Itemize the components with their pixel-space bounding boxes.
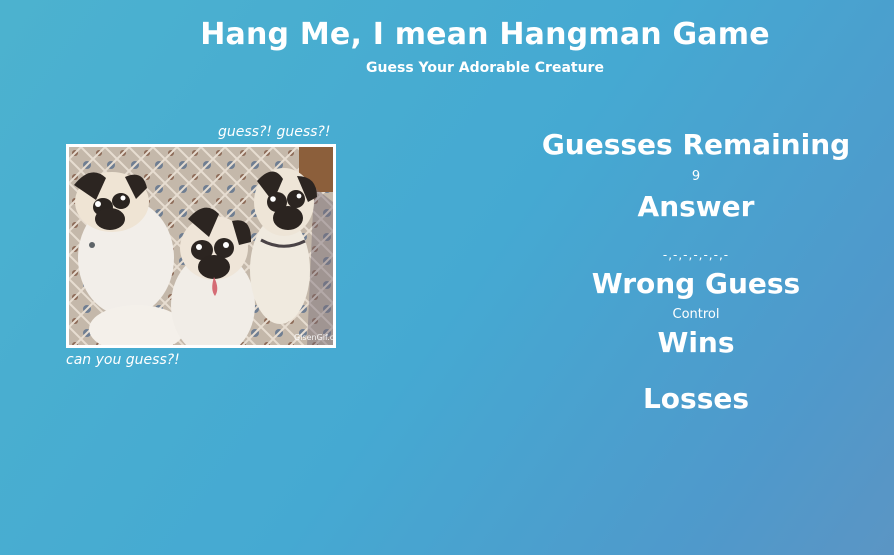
- answer-label: Answer: [637, 190, 755, 223]
- wrong-guess-value: Control: [672, 307, 720, 322]
- answer-value: -,-,-,-,-,-,-: [662, 248, 730, 262]
- three-pugs-photo-icon: GisenGif.com: [69, 147, 333, 345]
- guesses-remaining-label: Guesses Remaining: [541, 128, 851, 161]
- page-subtitle: Guess Your Adorable Creature: [366, 60, 604, 76]
- game-stats-panel: Guesses Remaining 9 Answer -,-,-,-,-,-,-…: [530, 125, 862, 417]
- photo-watermark: GisenGif.com: [294, 333, 333, 342]
- image-caption-bottom: can you guess?!: [66, 352, 180, 368]
- wins-label: Wins: [657, 326, 735, 359]
- image-caption-top: guess?! guess?!: [218, 124, 331, 140]
- losses-label: Losses: [642, 382, 750, 415]
- wrong-guess-label: Wrong Guess: [591, 267, 801, 300]
- page-title: Hang Me, I mean Hangman Game: [200, 17, 770, 52]
- pug-photo-frame: GisenGif.com: [66, 144, 336, 348]
- guesses-remaining-value: 9: [691, 169, 701, 184]
- page-header: Hang Me, I mean Hangman Game Guess Your …: [0, 16, 894, 77]
